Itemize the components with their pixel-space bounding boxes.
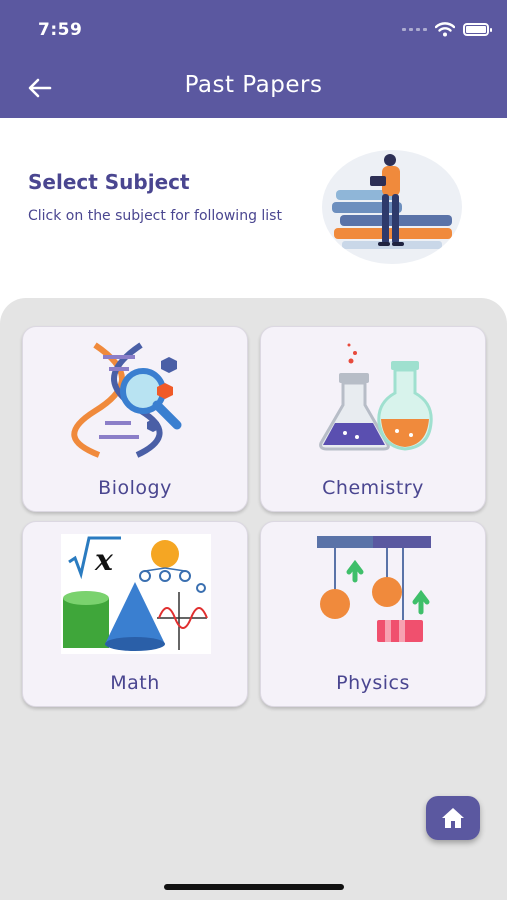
math-collage-icon: x (61, 534, 211, 654)
home-button[interactable] (426, 796, 480, 840)
flasks-icon (319, 343, 433, 451)
dna-magnifier-icon (71, 342, 182, 458)
subject-card-physics[interactable]: Physics (260, 521, 486, 707)
reading-student-illustration (322, 150, 462, 264)
intro-section: Select Subject Click on the subject for … (0, 118, 507, 300)
home-icon (442, 808, 464, 828)
subject-label-biology: Biology (98, 477, 172, 499)
intro-title: Select Subject (28, 170, 190, 194)
pendulum-physics-icon (317, 536, 431, 642)
subject-label-physics: Physics (336, 672, 410, 694)
subject-card-math[interactable]: x Math (22, 521, 248, 707)
svg-text:x: x (94, 543, 114, 578)
signal-icon (402, 28, 427, 31)
subject-card-chemistry[interactable]: Chemistry (260, 326, 486, 512)
status-icons (402, 22, 492, 37)
home-indicator (164, 884, 344, 890)
status-time: 7:59 (38, 20, 83, 40)
intro-subtitle: Click on the subject for following list (28, 208, 282, 224)
subject-card-biology[interactable]: Biology (22, 326, 248, 512)
page-title: Past Papers (184, 72, 323, 98)
app-header: 7:59 Past Papers (0, 0, 507, 118)
subject-label-math: Math (110, 672, 160, 694)
wifi-icon (435, 22, 455, 37)
subject-label-chemistry: Chemistry (322, 477, 424, 499)
battery-icon (463, 23, 492, 36)
